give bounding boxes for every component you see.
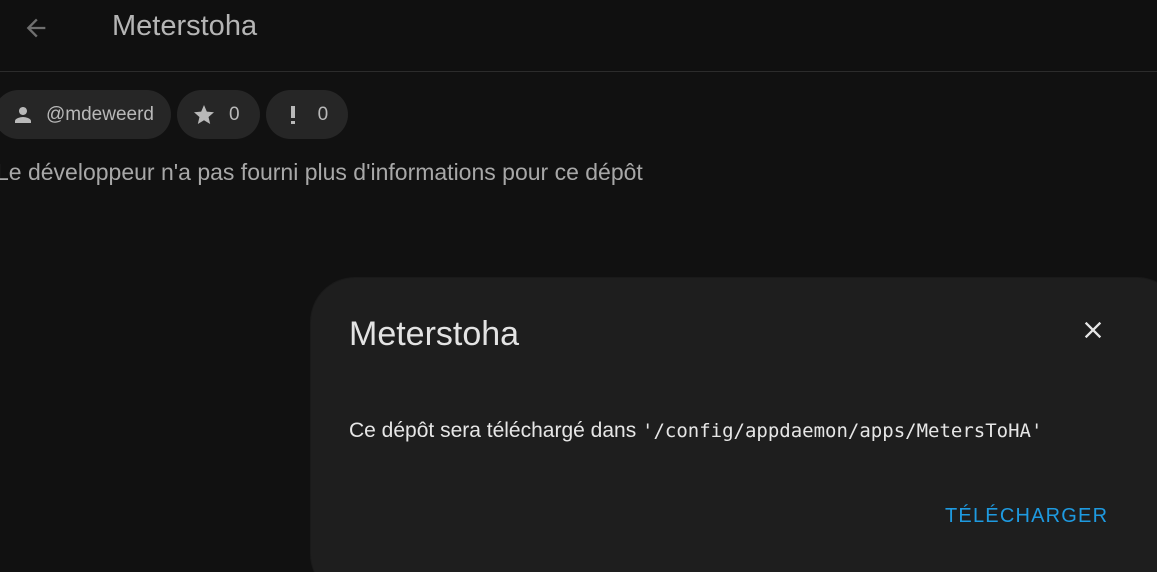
- stars-chip[interactable]: 0: [177, 90, 260, 139]
- close-button[interactable]: [1073, 310, 1113, 350]
- close-icon: [1084, 321, 1102, 339]
- page: Meterstoha @mdeweerd 0 0 Le développeur …: [0, 0, 1157, 572]
- repository-description: Le développeur n'a pas fourni plus d'inf…: [0, 159, 643, 185]
- author-label: @mdeweerd: [46, 103, 154, 125]
- repository-chips: @mdeweerd 0 0: [0, 90, 349, 139]
- dialog-message-text: Ce dépôt sera téléchargé dans: [349, 419, 643, 442]
- issues-chip[interactable]: 0: [265, 90, 349, 139]
- author-chip[interactable]: @mdeweerd: [0, 90, 171, 139]
- star-icon: [191, 102, 217, 128]
- dialog-title: Meterstoha: [349, 315, 520, 353]
- download-dialog: Meterstoha Ce dépôt sera téléchargé dans…: [311, 278, 1157, 572]
- issues-count: 0: [317, 103, 329, 125]
- download-button[interactable]: TÉLÉCHARGER: [933, 500, 1120, 532]
- exclamation-icon: [280, 102, 306, 128]
- install-path: '/config/appdaemon/apps/MetersToHA': [642, 420, 1043, 442]
- page-title: Meterstoha: [112, 10, 258, 42]
- back-button[interactable]: [14, 6, 58, 50]
- arrow-left-icon: [26, 18, 46, 38]
- account-icon: [10, 102, 36, 128]
- dialog-message: Ce dépôt sera téléchargé dans '/config/a…: [349, 419, 1042, 443]
- stars-count: 0: [229, 103, 240, 125]
- app-toolbar: Meterstoha: [0, 0, 1157, 72]
